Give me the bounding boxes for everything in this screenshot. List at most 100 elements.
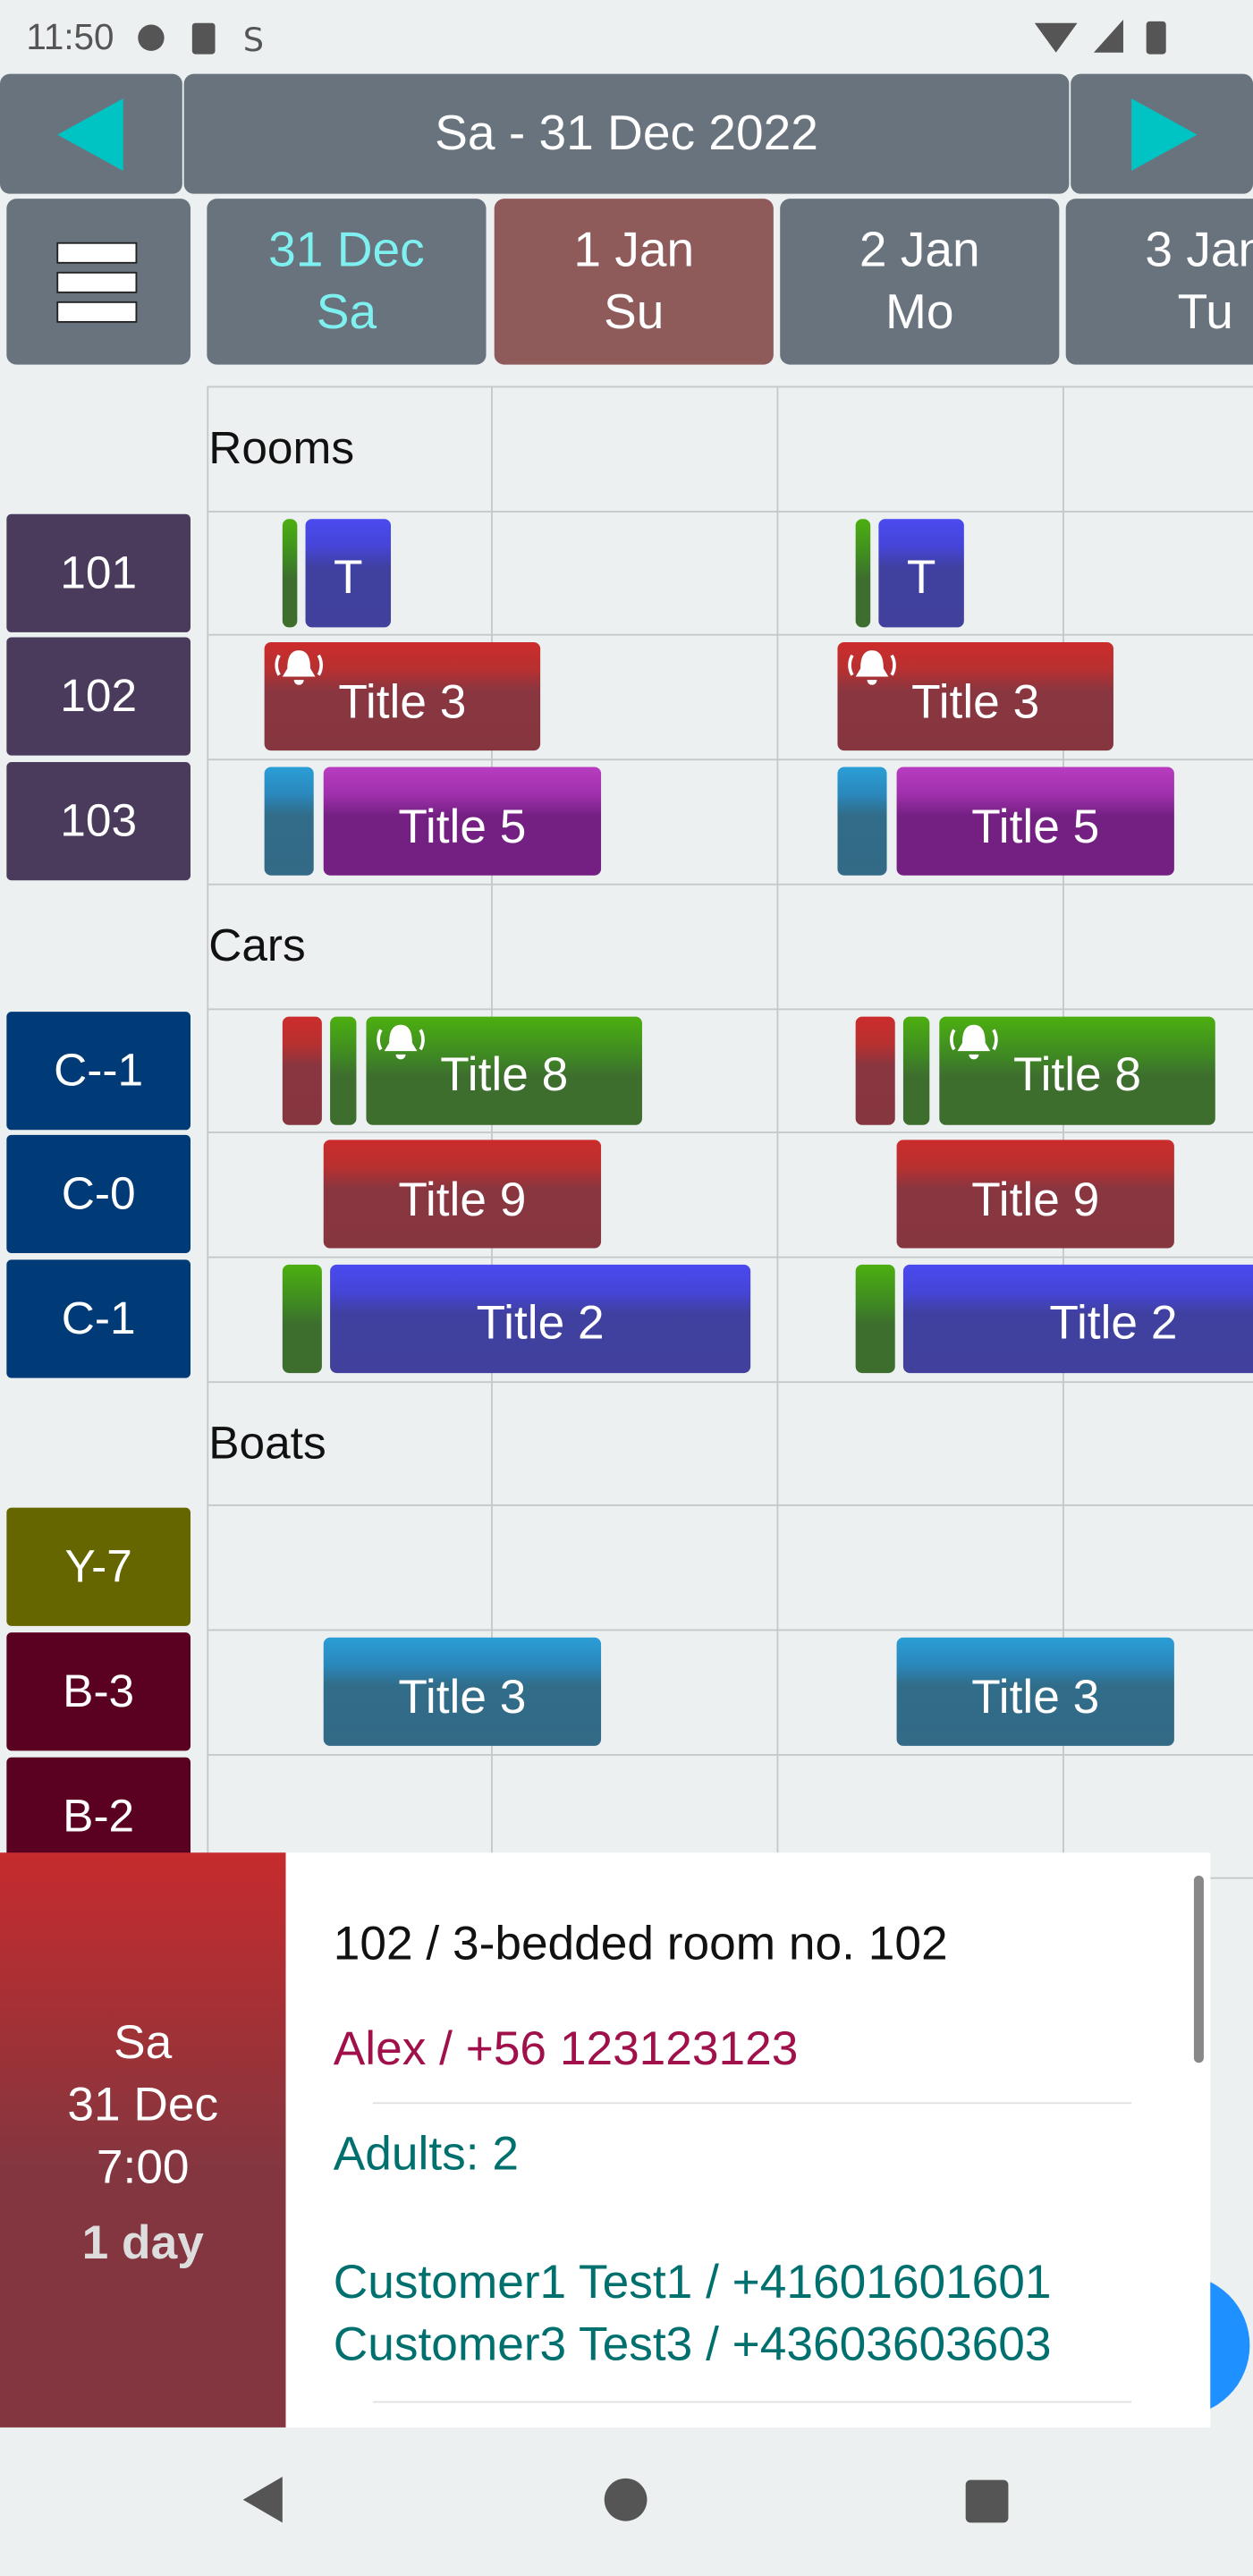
- booking-event[interactable]: Title 3: [896, 1637, 1174, 1746]
- next-day-button[interactable]: [1071, 73, 1253, 194]
- grid-line: [207, 1380, 1253, 1383]
- detail-weekday: Sa: [114, 2016, 173, 2070]
- event-title: Title 5: [398, 801, 527, 854]
- detail-customer-1[interactable]: Customer1 Test1 / +41601601601: [334, 2257, 1052, 2311]
- event-title: Title 2: [1049, 1298, 1178, 1352]
- event-title: Title 3: [398, 1671, 527, 1724]
- grid-line: [207, 634, 1253, 637]
- booking-event[interactable]: [837, 767, 887, 876]
- booking-event[interactable]: Title 2: [330, 1264, 751, 1373]
- day-tab[interactable]: 3 Jan Tu: [1065, 199, 1253, 365]
- recents-icon[interactable]: [964, 2479, 1010, 2524]
- booking-event[interactable]: [282, 1015, 322, 1124]
- booking-event[interactable]: Title 8: [939, 1015, 1215, 1124]
- day-tab[interactable]: 31 Dec Sa: [207, 199, 487, 365]
- status-notification-icons: S: [138, 21, 264, 56]
- detail-date: 31 Dec: [67, 2079, 219, 2132]
- divider: [372, 2102, 1132, 2105]
- booking-event[interactable]: Title 9: [896, 1140, 1174, 1249]
- day-date: 31 Dec: [268, 222, 425, 277]
- event-title: Title 5: [971, 801, 1100, 854]
- event-title: T: [334, 552, 363, 606]
- day-tab[interactable]: 1 Jan Su: [494, 199, 774, 365]
- triangle-left-icon: [56, 97, 123, 171]
- alarm-bell-icon: [275, 650, 324, 686]
- booking-event[interactable]: Title 3: [264, 642, 541, 751]
- detail-customer-2[interactable]: Customer3 Test3 / +43603603603: [334, 2319, 1052, 2374]
- event-title: Title 8: [440, 1049, 569, 1103]
- booking-event[interactable]: Title 3: [323, 1637, 602, 1746]
- resource-label[interactable]: C-1: [6, 1259, 190, 1378]
- grid-line: [207, 758, 1253, 761]
- resource-label[interactable]: 103: [6, 762, 190, 881]
- day-weekday: Su: [604, 284, 665, 340]
- event-title: Title 9: [971, 1174, 1100, 1227]
- event-title: Title 3: [338, 676, 467, 730]
- booking-event[interactable]: Title 5: [323, 767, 602, 876]
- resource-label[interactable]: 101: [6, 513, 190, 632]
- booking-event[interactable]: Title 9: [323, 1140, 602, 1249]
- hamburger-menu-icon: [56, 241, 138, 322]
- day-weekday: Sa: [316, 284, 377, 340]
- grid-line: [207, 1629, 1253, 1631]
- booking-event[interactable]: [282, 518, 298, 627]
- resource-label[interactable]: B-3: [6, 1632, 190, 1751]
- status-bar: 11:50 S: [0, 0, 1253, 72]
- booking-event[interactable]: [330, 1015, 357, 1124]
- back-icon[interactable]: [240, 2473, 289, 2526]
- menu-button[interactable]: [6, 199, 190, 365]
- resource-label[interactable]: 102: [6, 638, 190, 757]
- grid-line: [207, 1256, 1253, 1258]
- event-title: Title 3: [911, 676, 1040, 730]
- booking-event[interactable]: [855, 1015, 895, 1124]
- booking-event[interactable]: Title 5: [896, 767, 1174, 876]
- detail-resource: 102 / 3-bedded room no. 102: [333, 1918, 948, 1971]
- grid-line: [207, 386, 1253, 388]
- grid-line: [207, 1007, 1253, 1010]
- divider: [372, 2401, 1132, 2403]
- event-title: Title 9: [398, 1174, 527, 1227]
- booking-event[interactable]: [855, 518, 871, 627]
- event-title: Title 2: [476, 1298, 605, 1352]
- fab-button[interactable]: [1210, 2275, 1253, 2417]
- booking-event[interactable]: Title 3: [837, 642, 1113, 751]
- day-weekday: Mo: [885, 284, 954, 340]
- resource-label[interactable]: Y-7: [6, 1508, 190, 1627]
- event-title: Title 3: [971, 1671, 1100, 1724]
- booking-event[interactable]: Title 8: [366, 1015, 642, 1124]
- svg-text:S: S: [243, 21, 264, 56]
- scrollbar[interactable]: [1193, 1875, 1204, 2063]
- day-tab[interactable]: 2 Jan Mo: [780, 199, 1060, 365]
- booking-detail-panel[interactable]: 102 / 3-bedded room no. 102 Alex / +56 1…: [285, 1852, 1211, 2428]
- status-system-icons: [1034, 20, 1166, 55]
- grid-line: [207, 510, 1253, 513]
- prev-day-button[interactable]: [0, 73, 182, 194]
- alarm-bell-icon: [377, 1023, 425, 1059]
- resource-label[interactable]: C--1: [6, 1011, 190, 1130]
- detail-adults: Adults: 2: [333, 2128, 519, 2182]
- booking-event[interactable]: T: [305, 518, 392, 627]
- grid-line: [207, 1753, 1253, 1756]
- detail-contact[interactable]: Alex / +56 123123123: [334, 2023, 799, 2078]
- booking-event[interactable]: [855, 1264, 895, 1373]
- booking-event[interactable]: [264, 767, 314, 876]
- current-date-title[interactable]: Sa - 31 Dec 2022: [183, 73, 1070, 194]
- booking-summary[interactable]: Sa 31 Dec 7:00 1 day: [0, 1852, 286, 2428]
- status-time: 11:50: [26, 16, 114, 58]
- section-header: Boats: [208, 1416, 326, 1468]
- booking-event[interactable]: T: [878, 518, 964, 627]
- grid-line: [207, 1504, 1253, 1507]
- grid-line: [207, 1131, 1253, 1134]
- event-title: T: [906, 552, 936, 606]
- alarm-bell-icon: [950, 1023, 998, 1059]
- nav-bar: [0, 2428, 1253, 2575]
- triangle-right-icon: [1130, 97, 1197, 171]
- resource-label[interactable]: C-0: [6, 1135, 190, 1254]
- booking-event[interactable]: [282, 1264, 322, 1373]
- booking-event[interactable]: [902, 1015, 930, 1124]
- event-title: Title 8: [1013, 1049, 1142, 1103]
- home-icon[interactable]: [603, 2477, 648, 2522]
- app-screen: 11:50 S Sa - 31 Dec 2022 31 Dec Sa 1 Jan Su…: [0, 0, 1253, 2576]
- detail-duration: 1 day: [81, 2216, 204, 2270]
- booking-event[interactable]: Title 2: [902, 1264, 1253, 1373]
